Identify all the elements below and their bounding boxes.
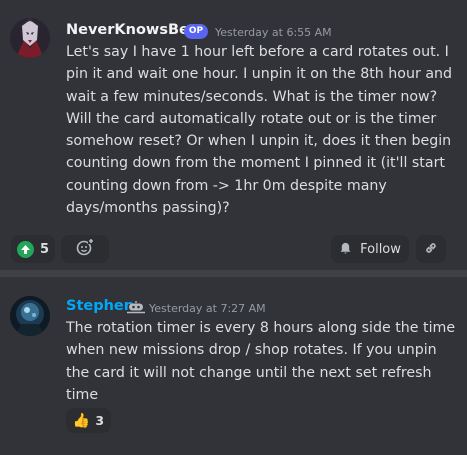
add-reaction-button[interactable]: [61, 235, 109, 263]
author-name[interactable]: Stephen: [66, 298, 134, 314]
upvote-button[interactable]: 5: [11, 235, 55, 263]
follow-button[interactable]: Follow: [331, 235, 409, 263]
reply-body: The rotation timer is every 8 hours alon…: [66, 320, 456, 403]
reaction-count: 3: [95, 413, 105, 428]
op-badge: OP: [184, 24, 208, 39]
timestamp: Yesterday at 7:27 AM: [149, 302, 266, 315]
timestamp: Yesterday at 6:55 AM: [215, 26, 332, 39]
post-body: Let's say I have 1 hour left before a ca…: [66, 44, 453, 217]
copy-link-button[interactable]: [416, 235, 446, 263]
thumbs-up-reaction[interactable]: 👍 3: [66, 408, 111, 433]
link-icon: [424, 240, 438, 259]
divider: [0, 270, 467, 277]
thumbs-up-icon: 👍: [72, 412, 91, 429]
bot-icon: [126, 299, 146, 314]
upvote-arrow-icon: [16, 240, 34, 258]
bell-icon: [339, 240, 352, 259]
avatar[interactable]: [10, 296, 50, 336]
upvote-count: 5: [39, 241, 50, 257]
add-reaction-icon: [75, 237, 95, 261]
forum-post: NeverKnowsBest OP Yesterday at 6:55 AM L…: [0, 0, 467, 270]
follow-label: Follow: [360, 241, 401, 257]
avatar[interactable]: [10, 18, 50, 58]
